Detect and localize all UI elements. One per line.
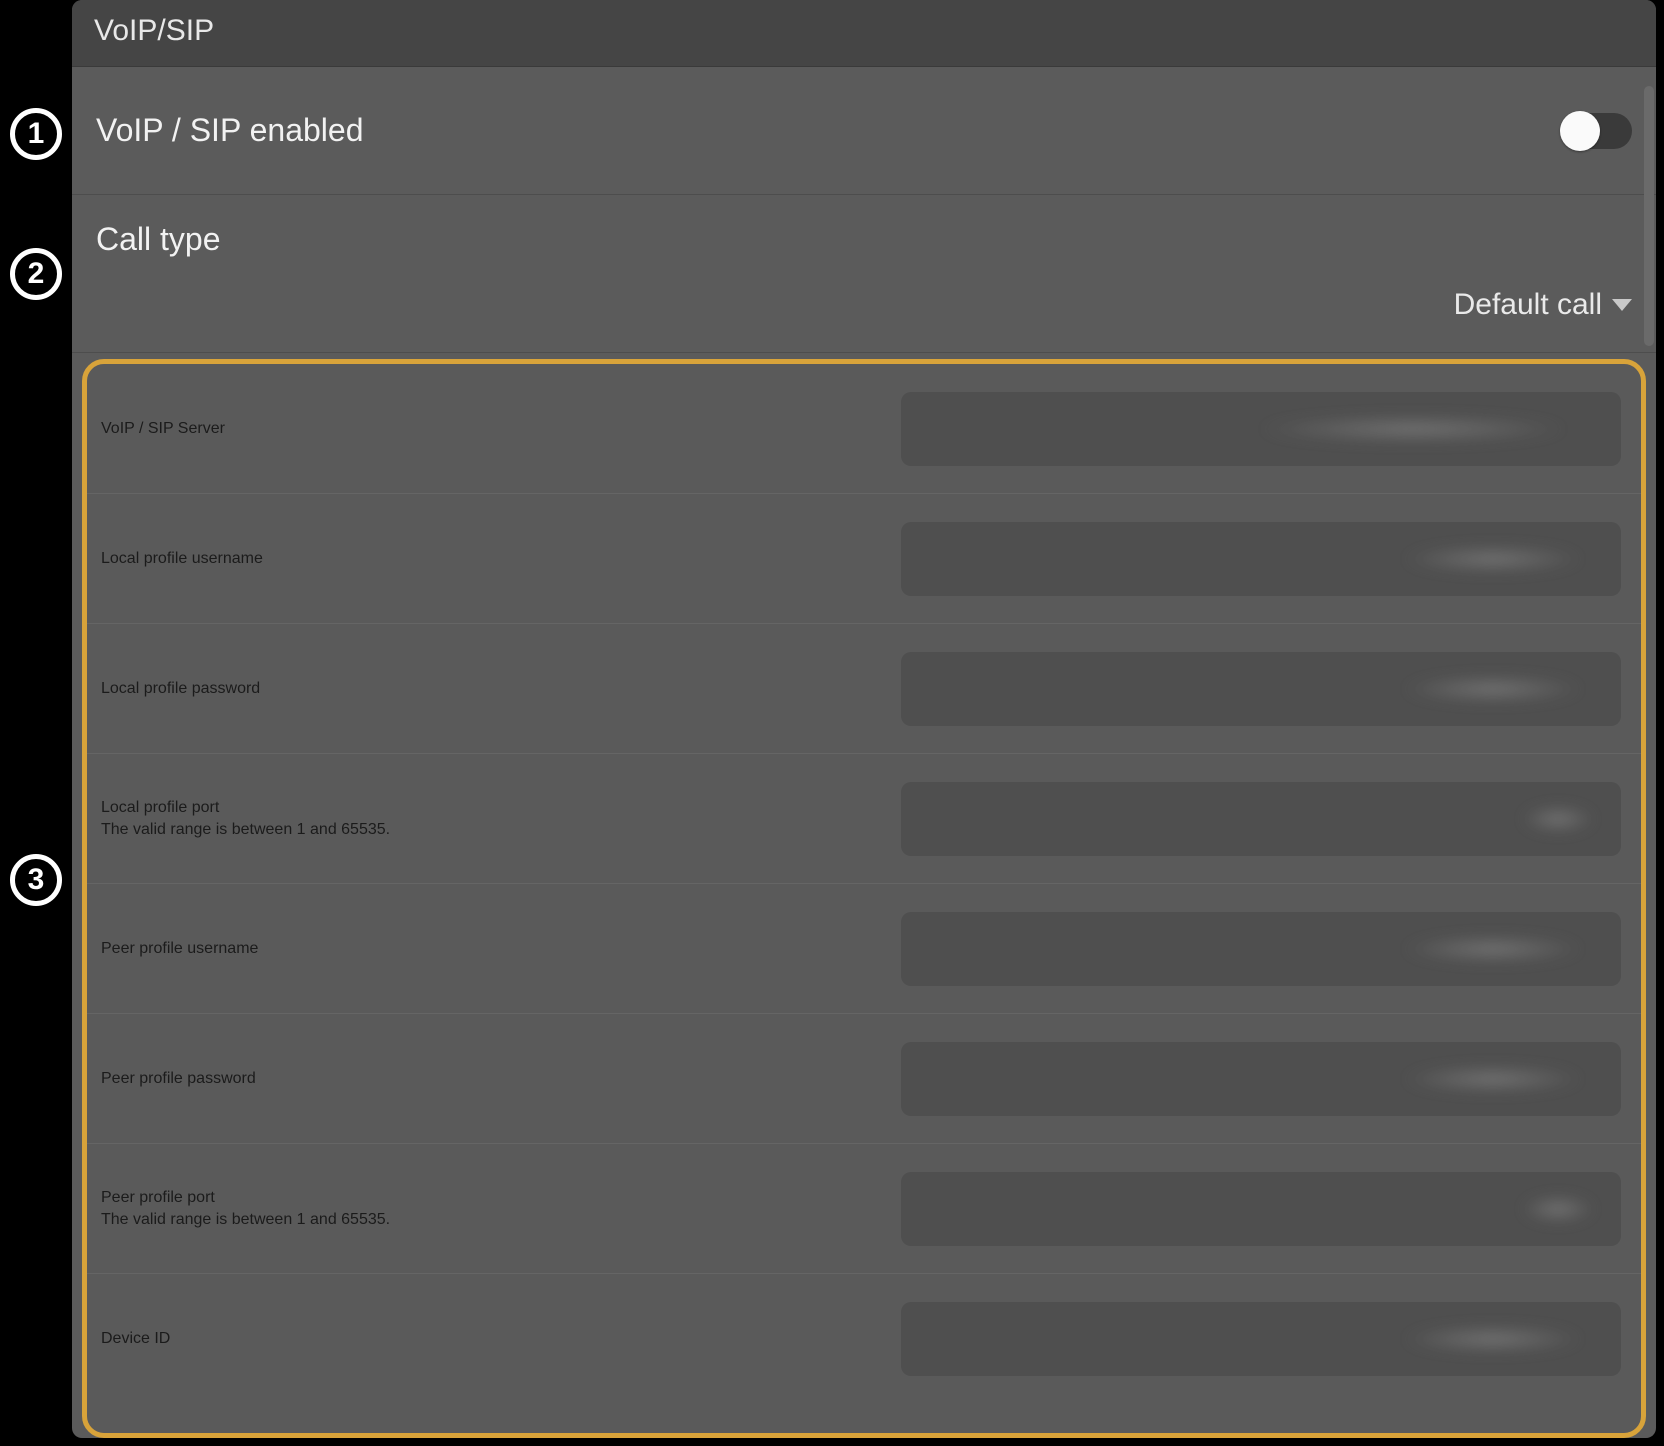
field-peer-port-subtitle: The valid range is between 1 and 65535. xyxy=(101,1211,390,1229)
row-call-type-title: Call type xyxy=(96,221,221,258)
chevron-down-icon xyxy=(1612,299,1632,311)
blurred-value xyxy=(1383,671,1603,707)
field-peer-port[interactable]: Peer profile port The valid range is bet… xyxy=(87,1144,1641,1274)
call-type-value: Default call xyxy=(1454,288,1602,322)
field-voip-sip-server-input[interactable] xyxy=(901,392,1621,466)
field-device-id-input[interactable] xyxy=(901,1302,1621,1376)
field-peer-password[interactable]: Peer profile password xyxy=(87,1014,1641,1144)
field-peer-password-input[interactable] xyxy=(901,1042,1621,1116)
blurred-value xyxy=(1513,801,1603,837)
row-voip-enabled-labels: VoIP / SIP enabled xyxy=(96,112,363,149)
field-voip-sip-server-title: VoIP / SIP Server xyxy=(101,420,225,438)
field-peer-password-title: Peer profile password xyxy=(101,1070,256,1088)
field-peer-port-input[interactable] xyxy=(901,1172,1621,1246)
settings-panel: VoIP/SIP VoIP / SIP enabled Call type De… xyxy=(72,0,1656,1438)
annotation-badge-1: 1 xyxy=(10,108,62,160)
badge-1-label: 1 xyxy=(28,117,45,151)
badge-3-label: 3 xyxy=(28,863,45,897)
annotation-badge-2: 2 xyxy=(10,248,62,300)
field-local-password-input[interactable] xyxy=(901,652,1621,726)
field-local-port-input[interactable] xyxy=(901,782,1621,856)
field-local-password[interactable]: Local profile password xyxy=(87,624,1641,754)
panel-title: VoIP/SIP xyxy=(72,0,1656,67)
row-voip-enabled[interactable]: VoIP / SIP enabled xyxy=(72,67,1656,195)
field-local-username-input[interactable] xyxy=(901,522,1621,596)
field-peer-port-title: Peer profile port xyxy=(101,1189,390,1207)
field-peer-username-input[interactable] xyxy=(901,912,1621,986)
fields-highlight-box: VoIP / SIP Server Local profile username xyxy=(82,359,1646,1438)
field-device-id-title: Device ID xyxy=(101,1330,170,1348)
field-peer-username-title: Peer profile username xyxy=(101,940,258,958)
field-local-port-subtitle: The valid range is between 1 and 65535. xyxy=(101,821,390,839)
row-voip-enabled-title: VoIP / SIP enabled xyxy=(96,112,363,149)
field-local-port-title: Local profile port xyxy=(101,799,390,817)
voip-enabled-toggle[interactable] xyxy=(1562,113,1632,149)
blurred-value xyxy=(1383,1321,1603,1357)
field-local-password-title: Local profile password xyxy=(101,680,260,698)
field-voip-sip-server[interactable]: VoIP / SIP Server xyxy=(87,364,1641,494)
blurred-value xyxy=(1383,541,1603,577)
field-local-port[interactable]: Local profile port The valid range is be… xyxy=(87,754,1641,884)
call-type-select[interactable]: Default call xyxy=(1454,288,1632,322)
blurred-value xyxy=(1513,1191,1603,1227)
fields-list: VoIP / SIP Server Local profile username xyxy=(87,364,1641,1404)
field-device-id[interactable]: Device ID xyxy=(87,1274,1641,1404)
panel-title-text: VoIP/SIP xyxy=(94,14,214,47)
field-local-username[interactable]: Local profile username xyxy=(87,494,1641,624)
blurred-value xyxy=(1223,411,1603,447)
badge-2-label: 2 xyxy=(28,257,45,291)
row-call-type[interactable]: Call type Default call xyxy=(72,195,1656,353)
annotation-badge-3: 3 xyxy=(10,854,62,906)
blurred-value xyxy=(1383,1061,1603,1097)
field-local-username-title: Local profile username xyxy=(101,550,263,568)
blurred-value xyxy=(1383,931,1603,967)
field-peer-username[interactable]: Peer profile username xyxy=(87,884,1641,1014)
toggle-knob xyxy=(1560,111,1600,151)
